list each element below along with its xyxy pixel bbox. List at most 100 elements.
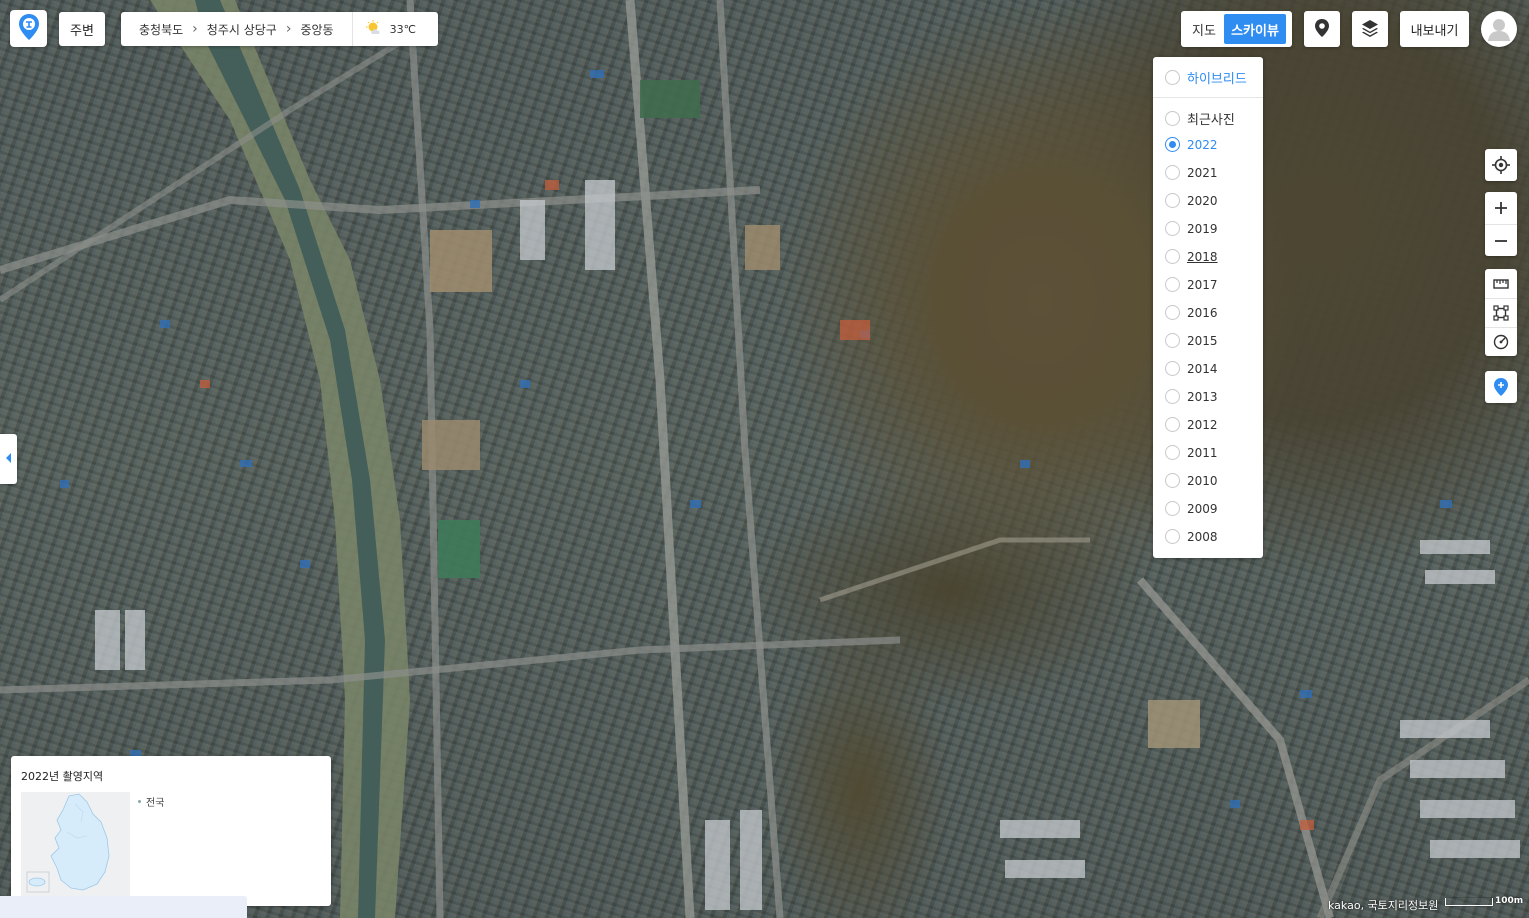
year-option-2008[interactable]: 2008 — [1165, 529, 1218, 544]
add-place-pin-icon — [1485, 371, 1517, 403]
panel-toggle-button[interactable] — [0, 434, 17, 484]
radio-icon — [1165, 417, 1180, 432]
chevron-left-icon — [5, 452, 12, 466]
radius-measure-button[interactable] — [1485, 327, 1517, 356]
year-selector-panel: 하이브리드 최근사진 2022 2021 2020 2019 2018 2017 2016 2… — [1153, 57, 1263, 558]
ruler-button[interactable] — [1485, 269, 1517, 298]
radio-icon — [1165, 111, 1180, 126]
minus-icon — [1495, 239, 1507, 242]
map-type-map-button[interactable]: 지도 — [1184, 14, 1224, 44]
year-label: 2020 — [1187, 193, 1218, 208]
add-place-button[interactable] — [1485, 371, 1517, 403]
year-option-2021[interactable]: 2021 — [1165, 165, 1218, 180]
radio-icon — [1165, 137, 1180, 152]
year-option-2011[interactable]: 2011 — [1165, 445, 1218, 460]
coverage-legend-label: 전국 — [146, 798, 165, 809]
year-label: 2017 — [1187, 277, 1218, 292]
year-label: 2018 — [1187, 249, 1218, 264]
export-button[interactable]: 내보내기 — [1400, 11, 1469, 47]
year-option-2012[interactable]: 2012 — [1165, 417, 1218, 432]
breadcrumb-province[interactable]: 충청북도 — [139, 21, 183, 38]
year-option-2018[interactable]: 2018 — [1165, 249, 1218, 264]
year-label: 2013 — [1187, 389, 1218, 404]
year-label: 2009 — [1187, 501, 1218, 516]
bottom-panel-strip — [0, 896, 247, 918]
around-button[interactable]: 주변 — [59, 12, 105, 46]
measure-tools — [1485, 269, 1517, 356]
kakao-map-logo-button[interactable] — [10, 10, 47, 47]
radio-icon — [1165, 165, 1180, 180]
zoom-in-button[interactable] — [1485, 192, 1517, 224]
divider — [1153, 97, 1263, 98]
my-location-icon — [1485, 149, 1517, 181]
breadcrumb-district[interactable]: 중앙동 — [300, 21, 333, 38]
ruler-icon — [1493, 278, 1509, 289]
radio-icon — [1165, 473, 1180, 488]
kakao-map-pin-logo-icon — [18, 13, 40, 44]
year-label: 2011 — [1187, 445, 1218, 460]
scale-bar-label: 100m — [1495, 896, 1524, 906]
korea-map-icon — [26, 793, 110, 893]
roadview-button[interactable] — [1304, 11, 1340, 47]
chevron-right-icon: › — [285, 21, 292, 37]
zoom-control — [1485, 192, 1517, 256]
year-label: 2010 — [1187, 473, 1218, 488]
scale-bar: 100m — [1445, 896, 1523, 906]
zoom-out-button[interactable] — [1485, 224, 1517, 256]
radio-icon — [1165, 501, 1180, 516]
radio-icon — [1165, 445, 1180, 460]
temperature: 33℃ — [389, 22, 416, 36]
map-type-skyview-button[interactable]: 스카이뷰 — [1224, 14, 1286, 44]
year-label: 2021 — [1187, 165, 1218, 180]
coverage-legend: 전국 — [138, 794, 164, 809]
year-label: 2019 — [1187, 221, 1218, 236]
sun-cloud-icon — [365, 19, 385, 39]
roadview-pin-icon — [1314, 18, 1330, 41]
scale-bar-line — [1445, 898, 1493, 906]
year-option-2022[interactable]: 2022 — [1165, 137, 1218, 152]
breadcrumb-city[interactable]: 청주시 상당구 — [207, 21, 277, 38]
year-option-2017[interactable]: 2017 — [1165, 277, 1218, 292]
plus-icon — [1495, 202, 1507, 214]
year-label: 2014 — [1187, 361, 1218, 376]
year-label: 2015 — [1187, 333, 1218, 348]
legend-dot — [138, 800, 141, 803]
year-label: 2008 — [1187, 529, 1218, 544]
radio-icon — [1165, 193, 1180, 208]
year-option-2013[interactable]: 2013 — [1165, 389, 1218, 404]
year-option-2019[interactable]: 2019 — [1165, 221, 1218, 236]
profile-button[interactable] — [1481, 11, 1517, 47]
weather-widget[interactable]: 33℃ — [351, 12, 416, 46]
year-option-2010[interactable]: 2010 — [1165, 473, 1218, 488]
chevron-right-icon: › — [192, 21, 198, 37]
year-option-2016[interactable]: 2016 — [1165, 305, 1218, 320]
radio-icon — [1165, 277, 1180, 292]
hybrid-label: 하이브리드 — [1187, 72, 1247, 87]
korea-coverage-map — [21, 792, 130, 896]
year-label: 2012 — [1187, 417, 1218, 432]
hybrid-option[interactable]: 하이브리드 — [1165, 68, 1247, 87]
map-copyright: kakao, 국토지리정보원 — [1328, 899, 1439, 912]
year-option-2009[interactable]: 2009 — [1165, 501, 1218, 516]
year-option-2015[interactable]: 2015 — [1165, 333, 1218, 348]
coverage-title: 2022년 촬영지역 — [21, 770, 104, 783]
area-measure-button[interactable] — [1485, 298, 1517, 327]
user-icon — [1481, 11, 1517, 47]
radio-icon — [1165, 333, 1180, 348]
layers-button[interactable] — [1352, 11, 1388, 47]
year-option-2020[interactable]: 2020 — [1165, 193, 1218, 208]
radio-icon — [1165, 221, 1180, 236]
latest-photo-option[interactable]: 최근사진 — [1165, 109, 1235, 128]
year-option-2014[interactable]: 2014 — [1165, 361, 1218, 376]
year-label: 2022 — [1187, 137, 1218, 152]
my-location-button[interactable] — [1485, 149, 1517, 181]
radio-icon — [1165, 361, 1180, 376]
radio-icon — [1165, 305, 1180, 320]
layers-icon — [1361, 19, 1379, 40]
coverage-panel: 2022년 촬영지역 전국 — [11, 756, 331, 906]
radius-measure-icon — [1493, 334, 1509, 350]
radio-icon — [1165, 529, 1180, 544]
export-label: 내보내기 — [1410, 23, 1459, 39]
radio-icon — [1165, 70, 1180, 85]
radio-icon — [1165, 249, 1180, 264]
